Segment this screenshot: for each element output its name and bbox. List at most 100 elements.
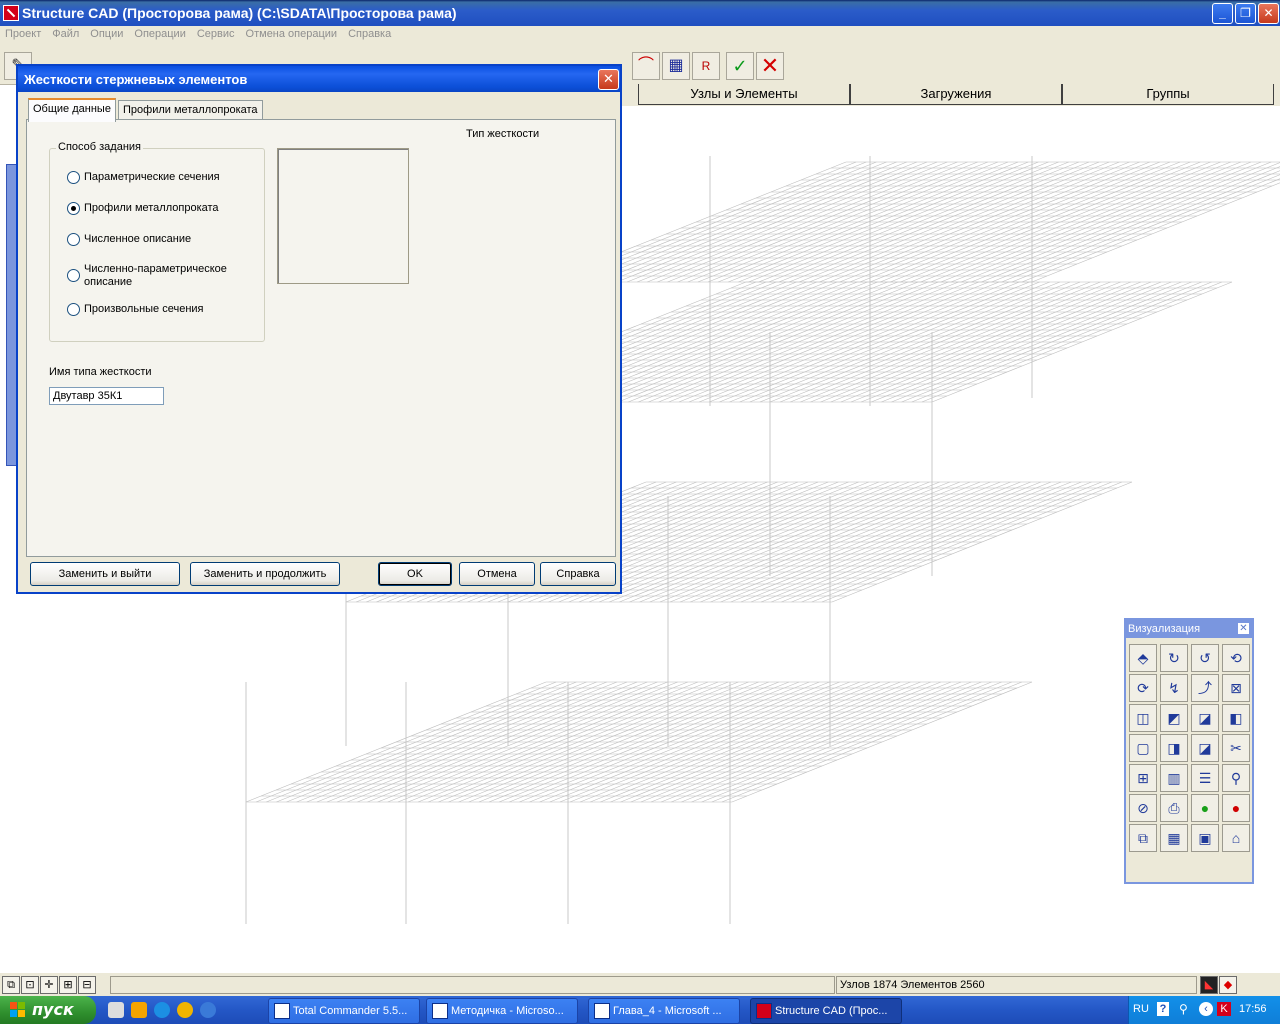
help-tray-icon[interactable]: ? xyxy=(1157,1002,1169,1016)
tab-nodes-elements[interactable]: Узлы и Элементы xyxy=(638,84,850,105)
radio-arbitrary[interactable] xyxy=(67,303,80,316)
tab-loads[interactable]: Загружения xyxy=(850,84,1062,105)
tray-app-icon[interactable]: K xyxy=(1217,1002,1231,1016)
help-button[interactable]: Справка xyxy=(540,562,616,586)
mesh-icon[interactable]: ▦ xyxy=(1160,824,1188,852)
tray-expand-icon[interactable]: ‹ xyxy=(1199,1002,1213,1016)
window-title: Structure CAD (Просторова рама) (C:\SDAT… xyxy=(22,5,457,21)
cut-icon[interactable]: ✂ xyxy=(1222,734,1250,762)
tab-groups[interactable]: Группы xyxy=(1062,84,1274,105)
hand-icon[interactable]: ⌂ xyxy=(1222,824,1250,852)
section-preview xyxy=(277,148,409,284)
menu-help[interactable]: Справка xyxy=(343,26,397,40)
main-titlebar[interactable]: Structure CAD (Просторова рама) (C:\SDAT… xyxy=(0,0,1280,26)
dialog-close-button[interactable]: ✕ xyxy=(598,69,619,90)
cube-color-icon[interactable]: ◪ xyxy=(1191,734,1219,762)
quicklaunch-tool-icon[interactable] xyxy=(131,1002,147,1018)
start-button[interactable]: пуск xyxy=(0,996,96,1024)
maximize-button[interactable]: ❐ xyxy=(1235,3,1256,24)
curve-icon: ⌒ xyxy=(637,57,654,74)
radio-parametric[interactable] xyxy=(67,171,80,184)
quicklaunch-media-icon[interactable] xyxy=(177,1002,193,1018)
view-mode-icon-2[interactable]: ⊡ xyxy=(21,976,39,994)
cancel-button[interactable]: Отмена xyxy=(459,562,535,586)
rotate-z-icon[interactable]: ⟲ xyxy=(1222,644,1250,672)
menu-options[interactable]: Опции xyxy=(85,26,129,40)
palette-tool-button[interactable]: ▦ xyxy=(662,52,690,80)
print-icon[interactable]: ⎙ xyxy=(1160,794,1188,822)
cube-side-icon[interactable]: ◨ xyxy=(1160,734,1188,762)
view-iso-icon[interactable]: ⊠ xyxy=(1222,674,1250,702)
task-glava4[interactable]: Глава_4 - Microsoft ... xyxy=(588,998,740,1024)
status-message xyxy=(110,976,835,994)
graph-tool-button[interactable]: ⌒ xyxy=(632,52,660,80)
replace-exit-button[interactable]: Заменить и выйти xyxy=(30,562,180,586)
cube-view-2-icon[interactable]: ◩ xyxy=(1160,704,1188,732)
tab-general-data[interactable]: Общие данные xyxy=(28,98,116,122)
quicklaunch-ie-icon[interactable] xyxy=(154,1002,170,1018)
tab-metal-profiles[interactable]: Профили металлопроката xyxy=(118,100,263,120)
fragment-icon[interactable]: ⊞ xyxy=(1129,764,1157,792)
red-x-icon: ✕ xyxy=(760,53,780,78)
window-icon[interactable]: ⧉ xyxy=(1129,824,1157,852)
rotate-x-icon[interactable]: ↻ xyxy=(1160,644,1188,672)
visualization-titlebar[interactable]: Визуализация ✕ xyxy=(1126,620,1252,638)
ok-button[interactable]: OK xyxy=(378,562,452,586)
system-tray: RU ? ⚲ ‹ K 17:56 xyxy=(1128,996,1280,1024)
view-mode-icon-3[interactable]: ✛ xyxy=(40,976,58,994)
radio-numeric-parametric-label: Численно-параметрическое xyxy=(84,263,227,275)
cancel-tool-button[interactable]: ✕ xyxy=(756,52,784,80)
word-icon xyxy=(432,1003,448,1019)
menu-project[interactable]: Проект xyxy=(0,26,47,40)
method-group-label: Способ задания xyxy=(56,141,143,153)
report-tool-button[interactable]: R xyxy=(692,52,720,80)
network-tray-icon[interactable]: ⚲ xyxy=(1179,1002,1188,1016)
cube-view-1-icon[interactable]: ◫ xyxy=(1129,704,1157,732)
no-zoom-icon[interactable]: ⊘ xyxy=(1129,794,1157,822)
ok-tool-button[interactable]: ✓ xyxy=(726,52,754,80)
menu-undo[interactable]: Отмена операции xyxy=(241,26,344,40)
stiffness-name-input[interactable]: Двутавр 35К1 xyxy=(49,387,164,405)
radio-numeric[interactable] xyxy=(67,233,80,246)
radio-numeric-parametric[interactable] xyxy=(67,269,80,282)
rotate-y2-icon[interactable]: ⤴ xyxy=(1191,674,1219,702)
close-button[interactable]: ✕ xyxy=(1258,3,1279,24)
replace-continue-button[interactable]: Заменить и продолжить xyxy=(190,562,340,586)
grid-icon[interactable]: ▥ xyxy=(1160,764,1188,792)
minimize-button[interactable]: _ xyxy=(1212,3,1233,24)
dialog-titlebar[interactable]: Жесткости стержневых элементов ✕ xyxy=(18,66,620,92)
view-mode-icon-5[interactable]: ⊟ xyxy=(78,976,96,994)
frame-icon[interactable]: ▣ xyxy=(1191,824,1219,852)
cube-front-icon[interactable]: ▢ xyxy=(1129,734,1157,762)
rotate-z2-icon[interactable]: ⟳ xyxy=(1129,674,1157,702)
status-app-icon-1: ◣ xyxy=(1200,976,1218,994)
rotate-x2-icon[interactable]: ↺ xyxy=(1191,644,1219,672)
menu-service[interactable]: Сервис xyxy=(192,26,241,40)
menu-file[interactable]: Файл xyxy=(47,26,85,40)
clock: 17:56 xyxy=(1239,1003,1267,1015)
menu-bar: Проект Файл Опции Операции Сервис Отмена опер… xyxy=(0,26,1280,44)
visualization-close-button[interactable]: ✕ xyxy=(1238,623,1249,634)
task-methodichka[interactable]: Методичка - Microso... xyxy=(426,998,578,1024)
view-top-icon[interactable]: ⬘ xyxy=(1129,644,1157,672)
cube-view-3-icon[interactable]: ◪ xyxy=(1191,704,1219,732)
zoom-icon[interactable]: ⚲ xyxy=(1222,764,1250,792)
view-mode-icon-1[interactable]: ⧉ xyxy=(2,976,20,994)
radio-metal-profiles[interactable] xyxy=(67,202,80,215)
quicklaunch-browser-icon[interactable] xyxy=(200,1002,216,1018)
status-node-element-count: Узлов 1874 Элементов 2560 xyxy=(836,976,1197,994)
task-structure-cad[interactable]: Structure CAD (Прос... xyxy=(750,998,902,1024)
windows-flag-icon xyxy=(10,1002,26,1018)
red-dot-icon[interactable]: ● xyxy=(1222,794,1250,822)
quicklaunch-film-icon[interactable] xyxy=(108,1002,124,1018)
task-total-commander[interactable]: Total Commander 5.5... xyxy=(268,998,420,1024)
green-dot-icon[interactable]: ● xyxy=(1191,794,1219,822)
cube-view-4-icon[interactable]: ◧ xyxy=(1222,704,1250,732)
menu-operations[interactable]: Операции xyxy=(129,26,191,40)
visualization-palette: Визуализация ✕ ⬘ ↻ ↺ ⟲ ⟳ ↯ ⤴ ⊠ ◫ ◩ ◪ ◧ ▢ ◨ ◪ ✂ ⊞ ▥ ☰ ⚲ ⊘ ⎙ ● ● ⧉… xyxy=(1124,618,1254,884)
view-mode-icon-4[interactable]: ⊞ xyxy=(59,976,77,994)
rotate-y-icon[interactable]: ↯ xyxy=(1160,674,1188,702)
list-icon[interactable]: ☰ xyxy=(1191,764,1219,792)
language-indicator[interactable]: RU xyxy=(1133,1003,1149,1015)
radio-metal-profiles-label: Профили металлопроката xyxy=(84,202,219,214)
